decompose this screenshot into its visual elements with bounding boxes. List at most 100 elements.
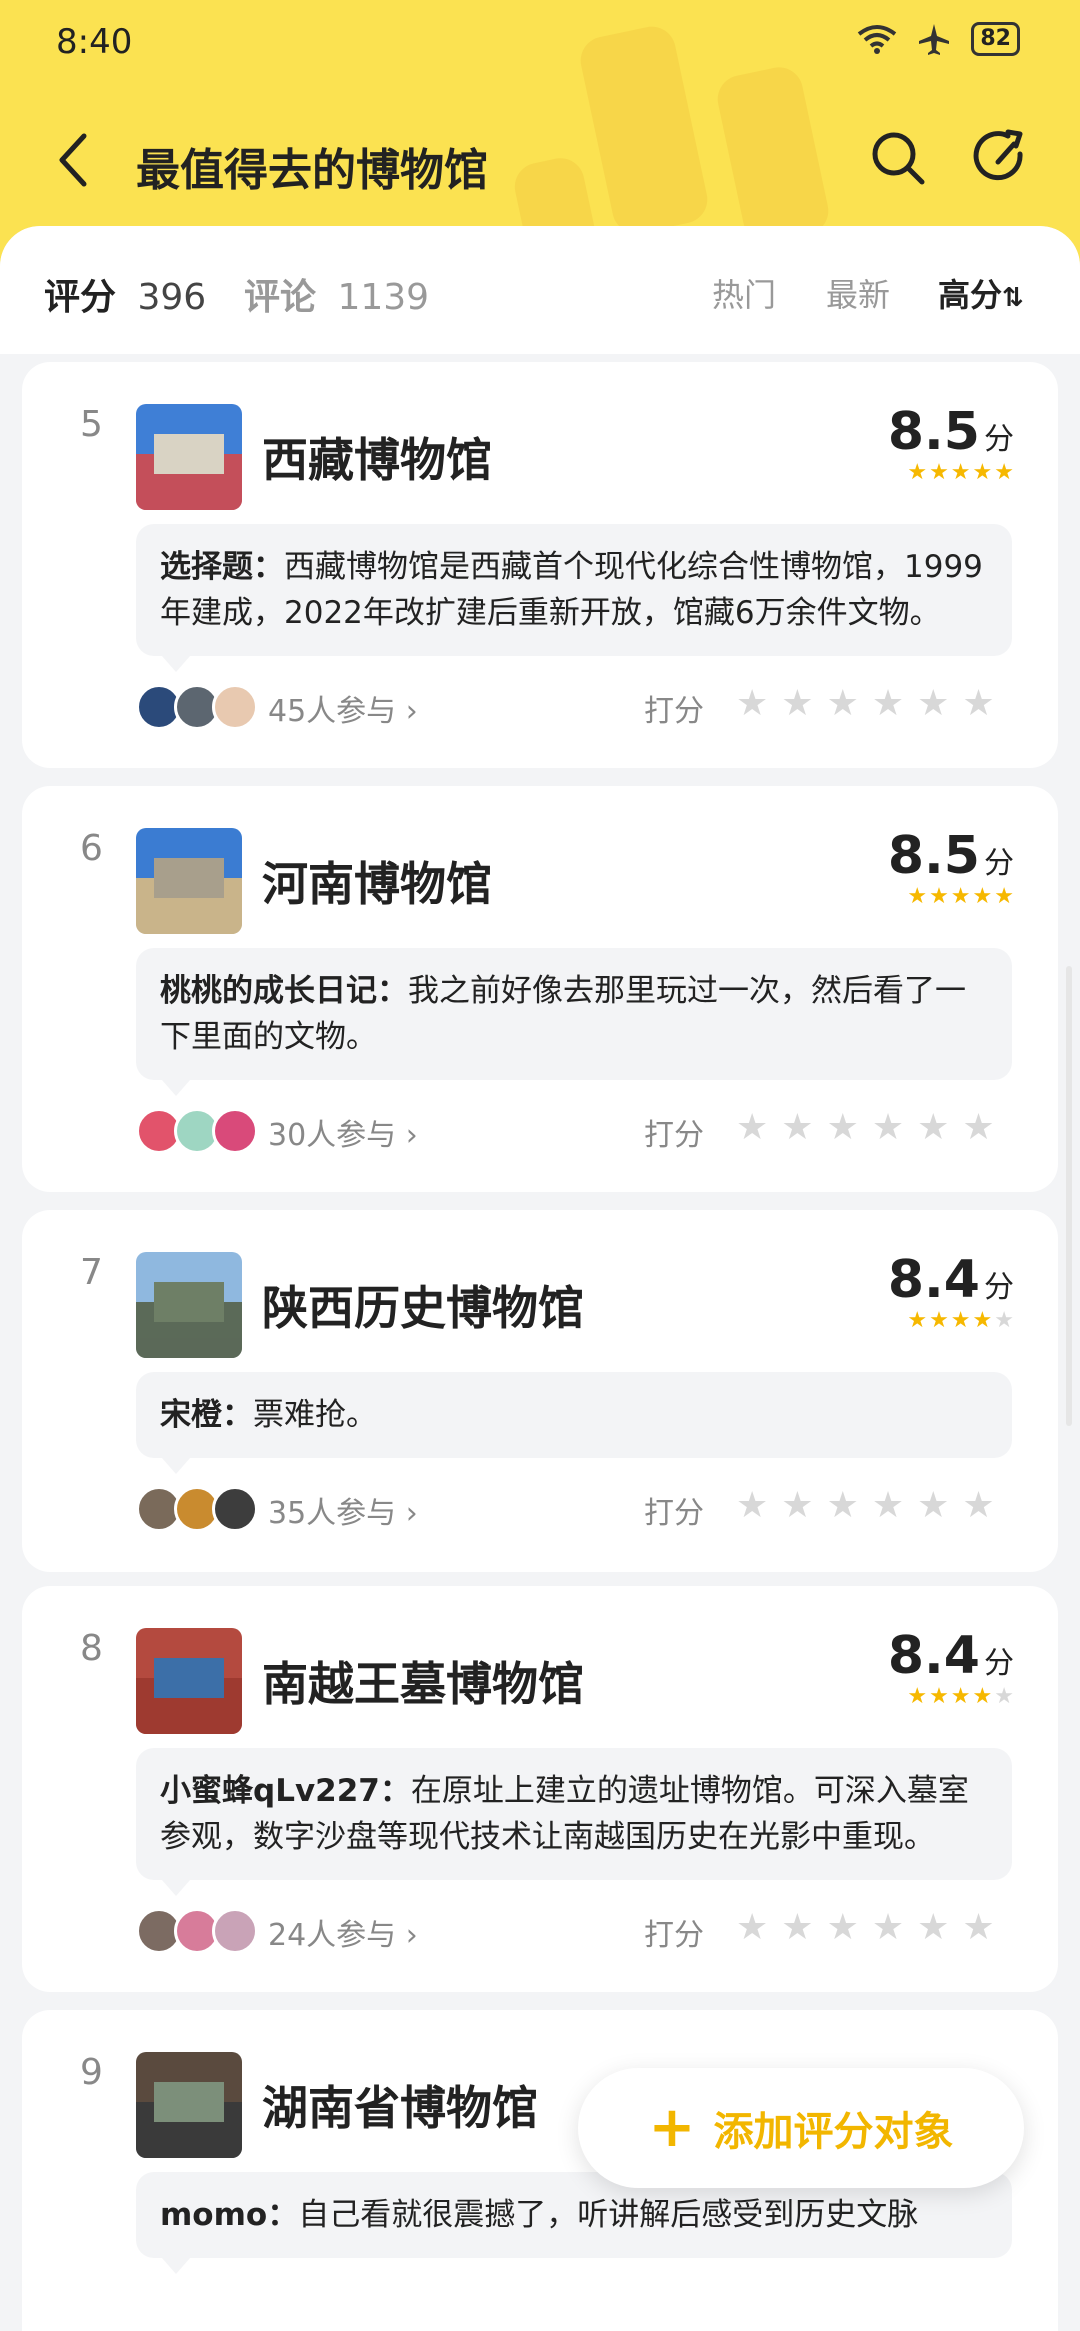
rate-star-icon[interactable]: ★ xyxy=(736,1910,768,1946)
tab-latest[interactable]: 最新 xyxy=(826,270,890,316)
score-stat: 评分 396 xyxy=(44,268,206,320)
rate-star-icon[interactable]: ★ xyxy=(872,686,904,722)
museum-thumbnail[interactable] xyxy=(136,1252,242,1358)
museum-card[interactable]: 6 河南博物馆 8.5 分 ★ ★ ★ ★ ★ 桃桃的成长日记：我之前好像去那里玩过一次，然后看了… xyxy=(22,786,1058,1192)
rate-star-icon[interactable]: ★ xyxy=(781,686,813,722)
top-comment[interactable]: 选择题：西藏博物馆是西藏首个现代化综合性博物馆，1999年建成，2022年改扩建… xyxy=(136,524,1012,672)
rate-star-icon[interactable]: ★ xyxy=(827,686,859,722)
rating-star-icon: ★ xyxy=(994,884,1014,909)
top-comment[interactable]: 小蜜蜂qLv227：在原址上建立的遗址博物馆。可深入墓室参观，数字沙盘等现代技术… xyxy=(136,1748,1012,1896)
score-block: 8.4 分 ★ ★ ★ ★ ★ xyxy=(888,1250,1014,1332)
museum-thumbnail[interactable] xyxy=(136,404,242,510)
review-stat[interactable]: 评论 1139 xyxy=(244,268,429,320)
rating-star-icon: ★ xyxy=(907,884,928,909)
top-comment[interactable]: 桃桃的成长日记：我之前好像去那里玩过一次，然后看了一下里面的文物。 xyxy=(136,948,1012,1096)
museum-name[interactable]: 湖南省博物馆 xyxy=(262,2072,538,2138)
rating-star-icon: ★ xyxy=(907,1684,928,1709)
score-count: 396 xyxy=(137,277,207,318)
rating-star-icon: ★ xyxy=(972,1684,993,1709)
content-sheet: 评分 396 评论 1139 热门 最新 高分⇅ 5 西藏博物馆 8.5 分 ★ ★ ★ ★ ★… xyxy=(0,226,1080,2331)
back-icon[interactable] xyxy=(50,130,100,190)
rate-stars[interactable]: ★ ★ ★ ★ ★ ★ xyxy=(736,1110,995,1146)
search-icon[interactable] xyxy=(868,128,928,188)
rate-star-icon[interactable]: ★ xyxy=(962,1110,994,1146)
rating-star-icon: ★ xyxy=(972,1308,993,1333)
score-label: 评分 xyxy=(44,277,117,318)
review-count: 1139 xyxy=(337,277,430,318)
participants-link[interactable]: 24人参与 › xyxy=(268,1910,418,1954)
rank-number: 9 xyxy=(80,2052,103,2093)
museum-thumbnail[interactable] xyxy=(136,2052,242,2158)
museum-card[interactable]: 7 陕西历史博物馆 8.4 分 ★ ★ ★ ★ ★ 宋橙：票难抢。 35人参与 › 打分 ★ ★ ★ ★ ★ ★ xyxy=(22,1210,1058,1572)
reviewer-name: 宋橙： xyxy=(160,1397,253,1433)
rate-star-icon[interactable]: ★ xyxy=(781,1910,813,1946)
rate-star-icon[interactable]: ★ xyxy=(736,1488,768,1524)
rate-star-icon[interactable]: ★ xyxy=(962,1488,994,1524)
rate-star-icon[interactable]: ★ xyxy=(827,1910,859,1946)
rating-star-icon: ★ xyxy=(950,884,971,909)
museum-name[interactable]: 西藏博物馆 xyxy=(262,424,492,490)
avatar xyxy=(212,684,258,730)
reviewer-name: 选择题： xyxy=(160,549,284,585)
wifi-icon xyxy=(858,25,897,54)
scrollbar[interactable] xyxy=(1066,966,1072,1426)
rate-star-icon[interactable]: ★ xyxy=(781,1110,813,1146)
museum-name[interactable]: 陕西历史博物馆 xyxy=(262,1272,584,1338)
rate-stars[interactable]: ★ ★ ★ ★ ★ ★ xyxy=(736,1910,995,1946)
comment-text: 西藏博物馆是西藏首个现代化综合性博物馆，1999年建成，2022年改扩建后重新开… xyxy=(160,549,983,631)
participant-avatars xyxy=(136,1908,258,1954)
museum-thumbnail[interactable] xyxy=(136,1628,242,1734)
avatar xyxy=(212,1908,258,1954)
tab-high-label: 高分 xyxy=(938,276,1003,314)
rate-star-icon[interactable]: ★ xyxy=(781,1488,813,1524)
rate-star-icon[interactable]: ★ xyxy=(917,1910,949,1946)
rate-star-icon[interactable]: ★ xyxy=(917,686,949,722)
score-block: 8.5 分 ★ ★ ★ ★ ★ xyxy=(888,402,1014,484)
museum-card[interactable]: 8 南越王墓博物馆 8.4 分 ★ ★ ★ ★ ★ 小蜜蜂qLv227：在原址上建立的遗址博物馆。… xyxy=(22,1586,1058,1992)
rate-star-icon[interactable]: ★ xyxy=(827,1488,859,1524)
tab-hot[interactable]: 热门 xyxy=(712,270,776,316)
avatar xyxy=(212,1486,258,1532)
museum-name[interactable]: 河南博物馆 xyxy=(262,848,492,914)
share-icon[interactable] xyxy=(972,128,1032,188)
rate-star-icon[interactable]: ★ xyxy=(917,1488,949,1524)
rate-star-icon[interactable]: ★ xyxy=(736,1110,768,1146)
rate-star-icon[interactable]: ★ xyxy=(736,686,768,722)
reviewer-name: momo： xyxy=(160,2197,299,2233)
rate-label: 打分 xyxy=(644,694,704,729)
rank-number: 6 xyxy=(80,828,103,869)
rate-star-icon[interactable]: ★ xyxy=(872,1110,904,1146)
airplane-icon xyxy=(919,24,950,55)
museum-thumbnail[interactable] xyxy=(136,828,242,934)
rate-stars[interactable]: ★ ★ ★ ★ ★ ★ xyxy=(736,686,995,722)
status-icons: 82 xyxy=(857,22,1020,56)
rating-star-icon: ★ xyxy=(907,1308,928,1333)
rate-star-icon[interactable]: ★ xyxy=(872,1488,904,1524)
participant-avatars xyxy=(136,1108,258,1154)
stats-and-sort-bar: 评分 396 评论 1139 热门 最新 高分⇅ xyxy=(0,226,1080,354)
participants-link[interactable]: 45人参与 › xyxy=(268,686,418,730)
rate-stars[interactable]: ★ ★ ★ ★ ★ ★ xyxy=(736,1488,995,1524)
participant-avatars xyxy=(136,684,258,730)
score-value: 8.5 xyxy=(887,402,980,462)
add-rating-object-button[interactable]: + 添加评分对象 xyxy=(578,2068,1024,2188)
tab-high-score[interactable]: 高分⇅ xyxy=(938,270,1024,316)
score-block: 8.5 分 ★ ★ ★ ★ ★ xyxy=(888,826,1014,908)
top-comment[interactable]: 宋橙：票难抢。 xyxy=(136,1372,1012,1474)
rating-star-icon: ★ xyxy=(994,460,1014,485)
rate-star-icon[interactable]: ★ xyxy=(872,1910,904,1946)
score-value: 8.4 xyxy=(887,1250,980,1310)
rating-star-icon: ★ xyxy=(994,1308,1014,1333)
score-block: 8.4 分 ★ ★ ★ ★ ★ xyxy=(888,1626,1014,1708)
museum-name[interactable]: 南越王墓博物馆 xyxy=(262,1648,584,1714)
rate-star-icon[interactable]: ★ xyxy=(827,1110,859,1146)
comment-text: 自己看就很震撼了，听讲解后感受到历史文脉 xyxy=(298,2197,919,2233)
rate-star-icon[interactable]: ★ xyxy=(962,686,994,722)
rating-star-icon: ★ xyxy=(929,884,949,909)
rating-star-icon: ★ xyxy=(929,1684,949,1709)
rate-star-icon[interactable]: ★ xyxy=(962,1910,994,1946)
museum-card[interactable]: 5 西藏博物馆 8.5 分 ★ ★ ★ ★ ★ 选择题：西藏博物馆是西藏首个现代化综合性博物馆，1… xyxy=(22,362,1058,768)
rate-star-icon[interactable]: ★ xyxy=(917,1110,949,1146)
participants-link[interactable]: 30人参与 › xyxy=(268,1110,418,1154)
participants-link[interactable]: 35人参与 › xyxy=(268,1488,418,1532)
